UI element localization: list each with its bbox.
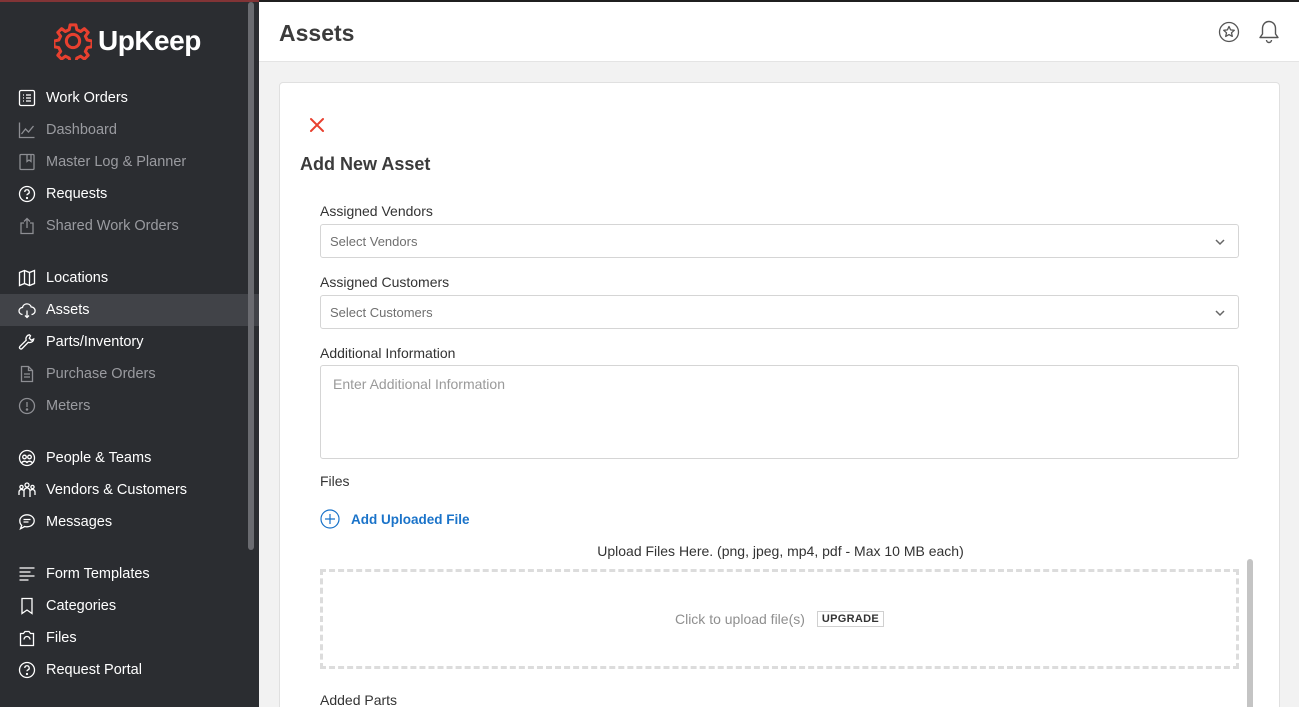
sidebar-item-label: Dashboard <box>46 122 117 138</box>
sidebar-item-label: Shared Work Orders <box>46 218 179 234</box>
sidebar-item-label: Categories <box>46 598 117 614</box>
sidebar-top-accent <box>0 0 259 2</box>
wrench-icon <box>18 333 36 351</box>
sidebar-item-master-log[interactable]: Master Log & Planner <box>0 146 259 178</box>
brand-name: UpKeep <box>98 25 201 56</box>
share-icon <box>18 217 36 235</box>
sidebar-item-label: Locations <box>46 270 109 286</box>
brand-logo[interactable]: UpKeep <box>54 22 201 60</box>
vendors-select[interactable]: Select Vendors <box>320 224 1239 258</box>
vendors-icon <box>18 481 36 499</box>
sidebar-item-label: Vendors & Customers <box>46 482 188 498</box>
sidebar-scrollbar[interactable] <box>248 2 254 550</box>
sidebar-item-label: Work Orders <box>46 90 128 106</box>
close-icon[interactable] <box>308 116 326 134</box>
sidebar-item-label: Meters <box>46 398 91 414</box>
form-icon <box>18 565 36 583</box>
added-parts-label: Added Parts <box>320 692 398 707</box>
nav-gap <box>0 422 259 442</box>
chevron-down-icon <box>1215 239 1225 246</box>
nav-gap <box>0 242 259 262</box>
sidebar-item-parts-inventory[interactable]: Parts/Inventory <box>0 326 259 358</box>
sidebar-item-dashboard[interactable]: Dashboard <box>0 114 259 146</box>
sidebar-item-label: Purchase Orders <box>46 366 156 382</box>
sidebar-item-assets[interactable]: Assets <box>0 294 259 326</box>
gear-logo-icon <box>54 23 92 60</box>
people-icon <box>18 449 36 467</box>
vendors-label: Assigned Vendors <box>320 203 433 219</box>
customers-placeholder: Select Customers <box>330 304 433 320</box>
additional-info-label: Additional Information <box>320 345 456 361</box>
plus-circle-icon <box>320 509 340 529</box>
sidebar-item-label: Parts/Inventory <box>46 334 144 350</box>
vendors-placeholder: Select Vendors <box>330 233 418 249</box>
form-title: Add New Asset <box>300 154 431 174</box>
sidebar-item-messages[interactable]: Messages <box>0 506 259 538</box>
add-asset-card: Add New Asset Assigned Vendors Select Ve… <box>279 82 1280 707</box>
sidebar-item-label: Requests <box>46 186 108 202</box>
planner-icon <box>18 153 36 171</box>
list-icon <box>18 89 36 107</box>
files-icon <box>18 629 36 647</box>
sidebar-item-label: Messages <box>46 514 113 530</box>
page-title: Assets <box>279 20 355 46</box>
card-scrollbar[interactable] <box>1247 559 1253 707</box>
sidebar-item-work-orders[interactable]: Work Orders <box>0 82 259 114</box>
nav-gap <box>0 538 259 558</box>
add-uploaded-file-label: Add Uploaded File <box>351 511 470 527</box>
sidebar-item-locations[interactable]: Locations <box>0 262 259 294</box>
additional-info-placeholder: Enter Additional Information <box>333 376 505 392</box>
sidebar-item-request-portal[interactable]: Request Portal <box>0 654 259 686</box>
sidebar-item-people-teams[interactable]: People & Teams <box>0 442 259 474</box>
upgrade-badge[interactable]: UPGRADE <box>816 611 885 627</box>
sidebar-item-files[interactable]: Files <box>0 622 259 654</box>
sidebar-item-shared-work-orders[interactable]: Shared Work Orders <box>0 210 259 242</box>
question-circle-icon <box>18 661 36 679</box>
sidebar-item-label: Assets <box>46 302 90 318</box>
document-icon <box>18 365 36 383</box>
sidebar-nav: Work Orders Dashboard Master Log & Plann… <box>0 82 259 686</box>
meter-icon <box>18 397 36 415</box>
upload-hint: Upload Files Here. (png, jpeg, mp4, pdf … <box>597 543 964 559</box>
files-label: Files <box>320 473 350 489</box>
bookmark-icon <box>18 597 36 615</box>
chevron-down-icon <box>1215 310 1225 317</box>
sidebar-item-requests[interactable]: Requests <box>0 178 259 210</box>
file-dropzone[interactable]: Click to upload file(s) UPGRADE <box>320 569 1239 669</box>
chat-icon <box>18 513 36 531</box>
sidebar-item-vendors-customers[interactable]: Vendors & Customers <box>0 474 259 506</box>
bell-icon[interactable] <box>1257 19 1281 45</box>
top-header: Assets <box>259 0 1299 62</box>
chart-line-icon <box>18 121 36 139</box>
customers-select[interactable]: Select Customers <box>320 295 1239 329</box>
question-circle-icon <box>18 185 36 203</box>
sidebar: UpKeep Work Orders Dashboard Master Log … <box>0 0 259 707</box>
sidebar-item-label: Request Portal <box>46 662 142 678</box>
additional-info-textarea[interactable]: Enter Additional Information <box>320 365 1239 459</box>
sidebar-item-purchase-orders[interactable]: Purchase Orders <box>0 358 259 390</box>
sidebar-item-categories[interactable]: Categories <box>0 590 259 622</box>
sidebar-item-label: Master Log & Planner <box>46 154 187 170</box>
customers-label: Assigned Customers <box>320 274 450 290</box>
sidebar-item-label: Form Templates <box>46 566 150 582</box>
map-icon <box>18 269 36 287</box>
sidebar-item-meters[interactable]: Meters <box>0 390 259 422</box>
cloud-asset-icon <box>18 301 36 319</box>
sidebar-item-label: Files <box>46 630 77 646</box>
add-uploaded-file-button[interactable]: Add Uploaded File <box>320 509 470 529</box>
sidebar-item-form-templates[interactable]: Form Templates <box>0 558 259 590</box>
star-icon[interactable] <box>1218 21 1240 43</box>
sidebar-item-label: People & Teams <box>46 450 152 466</box>
dropzone-text: Click to upload file(s) <box>674 611 805 627</box>
